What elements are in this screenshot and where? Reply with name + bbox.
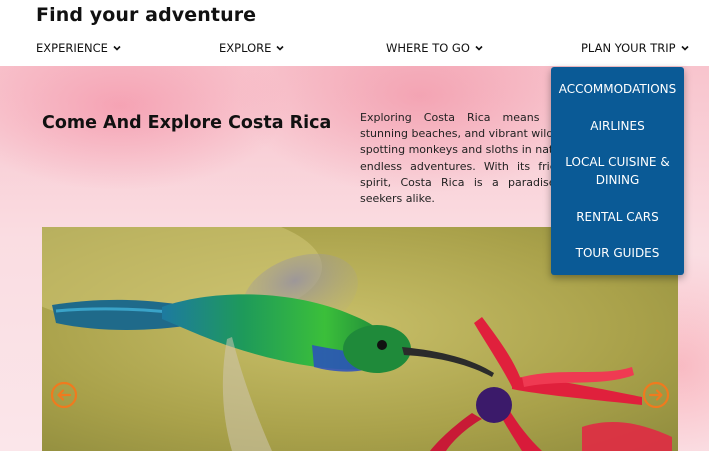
menu-item-airlines[interactable]: AIRLINES bbox=[551, 117, 684, 135]
nav-item-experience[interactable]: EXPERIENCE bbox=[36, 40, 122, 56]
section-heading: Come And Explore Costa Rica bbox=[42, 113, 332, 133]
intro-line: stunning beaches, and vibrant wildlife. bbox=[360, 127, 574, 141]
nav-item-label: EXPLORE bbox=[219, 41, 272, 55]
intro-paragraph: Exploring Costa Rica means disco stunnin… bbox=[360, 110, 580, 210]
nav-item-label: EXPERIENCE bbox=[36, 41, 108, 55]
menu-item-local-cuisine-dining[interactable]: LOCAL CUISINE & DINING bbox=[551, 153, 684, 189]
intro-line: spirit, Costa Rica is a paradise for bbox=[360, 175, 580, 189]
site-title[interactable]: Find your adventure bbox=[36, 4, 256, 26]
menu-item-label: DINING bbox=[595, 173, 640, 187]
chevron-down-icon bbox=[474, 43, 484, 53]
menu-item-tour-guides[interactable]: TOUR GUIDES bbox=[551, 244, 684, 262]
chevron-down-icon bbox=[275, 43, 285, 53]
intro-line: seekers alike. bbox=[360, 192, 435, 206]
arrow-left-circle-icon bbox=[50, 381, 78, 409]
chevron-down-icon bbox=[680, 43, 690, 53]
site-header: Find your adventure EXPERIENCE EXPLORE W… bbox=[0, 0, 709, 66]
intro-line: endless adventures. With its friendly bbox=[360, 159, 580, 173]
menu-item-label: LOCAL CUISINE & bbox=[565, 155, 670, 169]
carousel-prev-button[interactable] bbox=[50, 381, 78, 409]
carousel-next-button[interactable] bbox=[642, 381, 670, 409]
menu-item-rental-cars[interactable]: RENTAL CARS bbox=[551, 208, 684, 226]
menu-item-accommodations[interactable]: ACCOMMODATIONS bbox=[551, 80, 684, 98]
intro-line: spotting monkeys and sloths in nationa bbox=[360, 143, 577, 157]
nav-item-where-to-go[interactable]: WHERE TO GO bbox=[386, 40, 484, 56]
arrow-right-circle-icon bbox=[642, 381, 670, 409]
nav-item-plan-your-trip[interactable]: PLAN YOUR TRIP bbox=[581, 40, 690, 56]
nav-item-explore[interactable]: EXPLORE bbox=[219, 40, 285, 56]
nav-item-label: PLAN YOUR TRIP bbox=[581, 41, 676, 55]
nav-item-label: WHERE TO GO bbox=[386, 41, 470, 55]
plan-your-trip-dropdown: ACCOMMODATIONS AIRLINES LOCAL CUISINE & … bbox=[551, 67, 684, 275]
chevron-down-icon bbox=[112, 43, 122, 53]
intro-line: Exploring Costa Rica means disco bbox=[360, 111, 580, 124]
